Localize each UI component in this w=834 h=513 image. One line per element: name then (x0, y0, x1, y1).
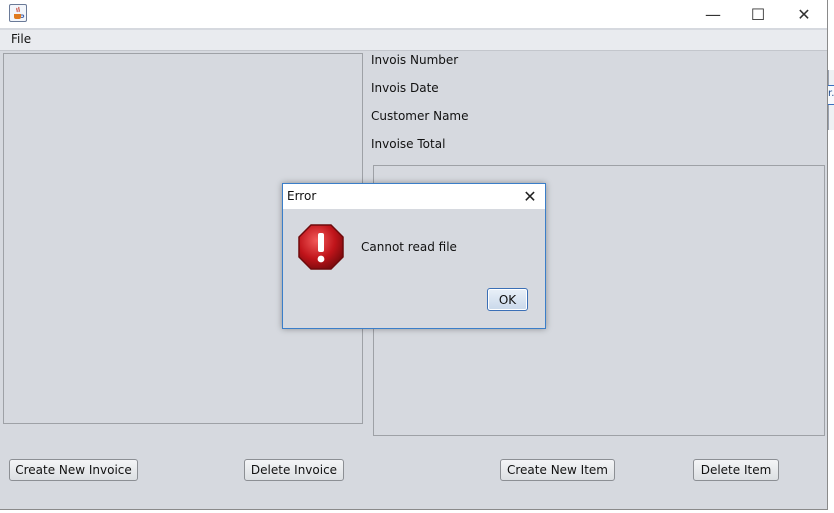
delete-item-button[interactable]: Delete Item (693, 459, 779, 481)
close-icon: ✕ (523, 187, 537, 206)
minimize-icon: — (705, 4, 721, 24)
background-window-field: r. (827, 85, 834, 105)
dialog-titlebar: Error ✕ (283, 184, 545, 209)
ok-button[interactable]: OK (487, 288, 528, 311)
error-dialog: Error ✕ Cannot read file OK (282, 183, 546, 329)
create-new-invoice-button[interactable]: Create New Invoice (9, 459, 138, 481)
invoice-number-label: Invois Number (371, 53, 459, 67)
dialog-close-button[interactable]: ✕ (515, 184, 545, 209)
invoice-app-window: — ☐ ✕ File Invois Number Invois Date Cus… (0, 0, 828, 510)
create-new-item-button[interactable]: Create New Item (500, 459, 615, 481)
invoice-total-label: Invoise Total (371, 137, 446, 151)
maximize-icon: ☐ (750, 4, 766, 24)
minimize-button[interactable]: — (690, 0, 736, 28)
dialog-message: Cannot read file (361, 240, 457, 254)
menu-file[interactable]: File (11, 32, 31, 46)
error-stop-icon (297, 223, 345, 271)
java-cup-icon (9, 4, 27, 22)
close-icon: ✕ (797, 4, 811, 24)
customer-name-label: Customer Name (371, 109, 469, 123)
delete-invoice-button[interactable]: Delete Invoice (244, 459, 344, 481)
close-window-button[interactable]: ✕ (781, 0, 827, 28)
maximize-button[interactable]: ☐ (735, 0, 781, 28)
menu-bar: File (0, 30, 827, 51)
invoice-date-label: Invois Date (371, 81, 439, 95)
window-titlebar: — ☐ ✕ (0, 0, 827, 28)
dialog-title: Error (287, 189, 317, 203)
